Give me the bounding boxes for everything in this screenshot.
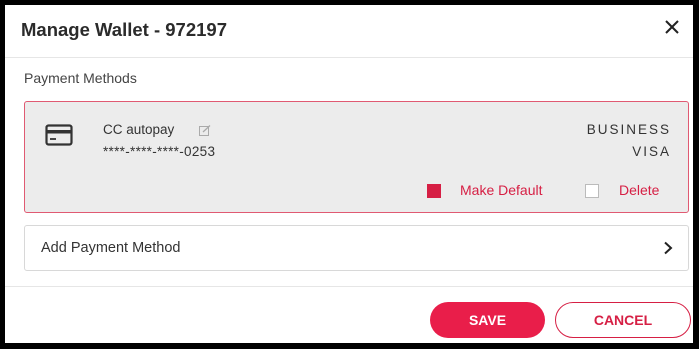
delete-label[interactable]: Delete [619,182,659,198]
cancel-button[interactable]: CANCEL [555,302,691,338]
add-payment-method-button[interactable]: Add Payment Method [24,225,689,271]
payment-method-card[interactable]: CC autopay ****-****-****-0253 BUSINESS … [24,101,689,213]
manage-wallet-dialog: Manage Wallet - 972197 Payment Methods C… [5,5,693,343]
dialog-header: Manage Wallet - 972197 [5,5,693,58]
card-type: BUSINESS [586,122,671,137]
close-icon[interactable] [661,16,683,38]
dialog-title: Manage Wallet - 972197 [21,19,227,40]
card-name: CC autopay [103,122,175,137]
payment-methods-label: Payment Methods [24,70,137,86]
make-default-checkbox[interactable] [427,184,441,198]
chevron-right-icon [664,241,673,255]
edit-icon[interactable] [199,125,211,136]
card-brand: VISA [632,144,671,159]
make-default-label[interactable]: Make Default [460,182,542,198]
card-number: ****-****-****-0253 [103,144,216,159]
credit-card-icon [45,124,73,146]
delete-checkbox[interactable] [585,184,599,198]
save-button[interactable]: SAVE [430,302,545,338]
add-payment-method-label: Add Payment Method [41,240,181,256]
footer-divider [5,286,693,287]
